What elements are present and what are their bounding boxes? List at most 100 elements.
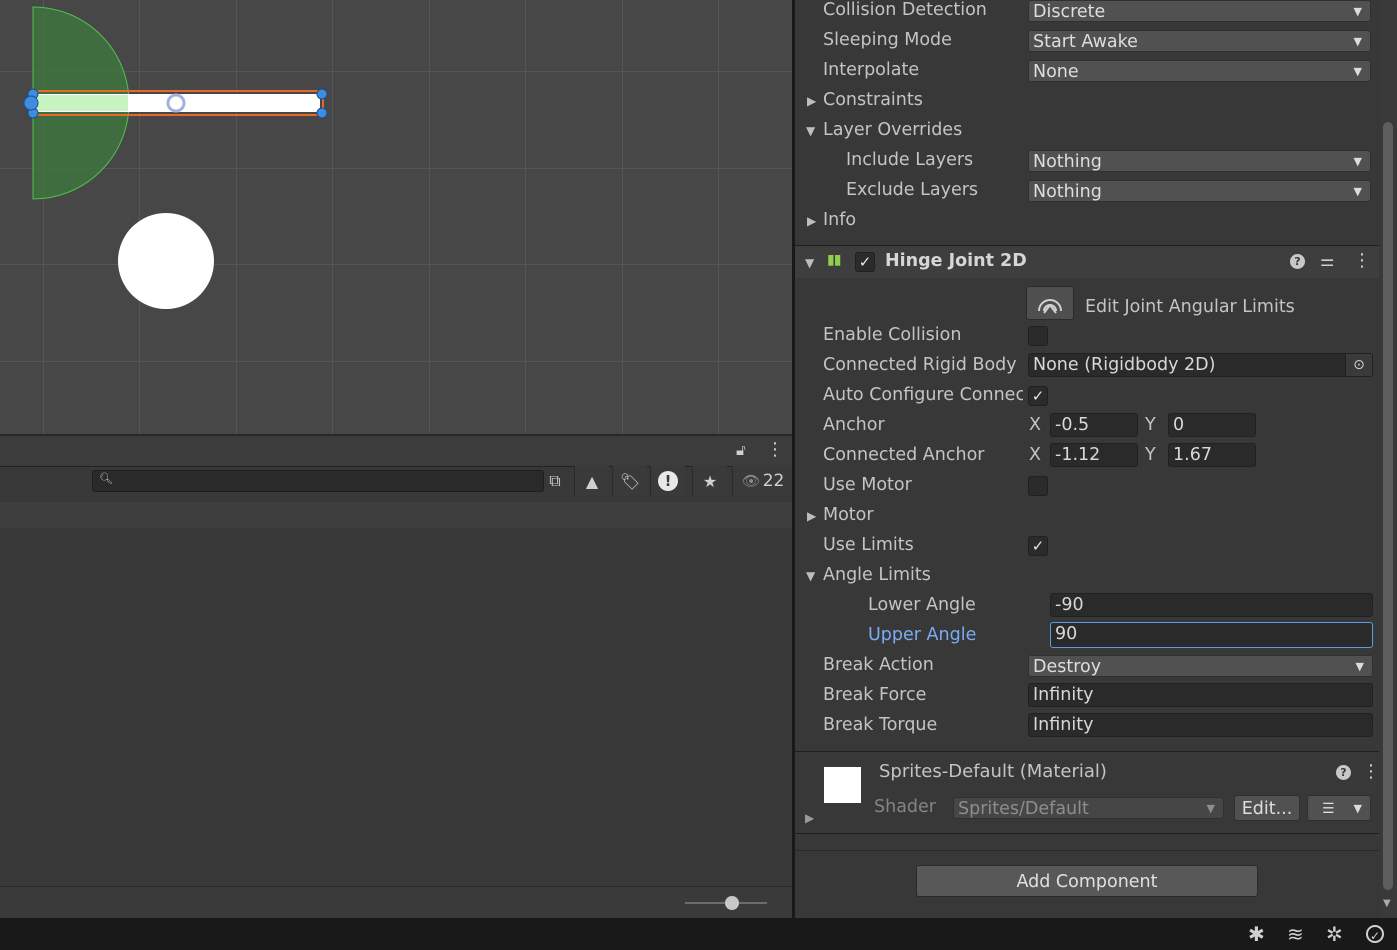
connected-rigidbody-field[interactable]: None (Rigidbody 2D) ⊙ — [1028, 353, 1373, 377]
angle-limits-foldout[interactable]: Angle Limits — [823, 565, 931, 585]
component-separator — [795, 833, 1379, 834]
object-picker-icon[interactable]: ⊙ — [1345, 354, 1372, 376]
upper-angle-label: Upper Angle — [868, 625, 977, 645]
chevron-down-icon: ▼ — [1355, 660, 1364, 673]
ball-sprite[interactable] — [118, 213, 214, 309]
break-torque-field[interactable]: Infinity — [1028, 713, 1373, 737]
search-icon: 🔍︎ — [99, 472, 113, 485]
debug-off-icon[interactable]: ✱ — [1248, 922, 1265, 946]
enable-collision-checkbox[interactable] — [1028, 326, 1048, 346]
preset-icon[interactable]: ⚌ — [1320, 251, 1334, 270]
help-icon[interactable]: ? — [1336, 765, 1351, 780]
shader-dropdown[interactable]: Sprites/Default ▼ — [953, 797, 1224, 819]
edit-angular-limits-button[interactable] — [1026, 286, 1074, 320]
help-icon[interactable]: ? — [1290, 254, 1305, 269]
search-input[interactable]: 🔍︎ — [92, 470, 544, 492]
type-filter-icon[interactable]: ▲ — [574, 466, 609, 496]
constraints-foldout[interactable]: Constraints — [823, 90, 923, 110]
foldout-collapsed-icon[interactable]: ▶ — [807, 509, 816, 523]
enable-collision-label: Enable Collision — [823, 325, 962, 345]
project-footer — [0, 886, 792, 919]
cache-server-icon[interactable]: ≋ — [1287, 922, 1304, 946]
auto-configure-checkbox[interactable]: ✓ — [1028, 386, 1048, 406]
break-action-dropdown[interactable]: Destroy ▼ — [1028, 655, 1373, 677]
anchor-handle[interactable] — [23, 95, 39, 111]
include-layers-dropdown[interactable]: Nothing ▼ — [1028, 150, 1371, 172]
corner-handle[interactable] — [316, 88, 328, 100]
component-separator — [795, 850, 1379, 851]
interpolate-dropdown[interactable]: None ▼ — [1028, 60, 1371, 82]
break-force-field[interactable]: Infinity — [1028, 683, 1373, 707]
lower-angle-label: Lower Angle — [868, 595, 976, 615]
hidden-count-toggle[interactable]: 👁︎ 22 — [732, 466, 793, 496]
scroll-down-icon[interactable]: ▼ — [1383, 898, 1391, 909]
upper-angle-field[interactable]: 90 — [1050, 622, 1373, 648]
kebab-menu-icon[interactable]: ⋮ — [766, 441, 784, 459]
auto-generate-lighting-icon[interactable]: ✲ — [1326, 922, 1343, 946]
material-preview[interactable] — [824, 767, 861, 803]
corner-handle[interactable] — [316, 107, 328, 119]
hinge-joint-enabled-checkbox[interactable]: ✓ — [855, 252, 875, 272]
foldout-collapsed-icon[interactable]: ▶ — [805, 811, 814, 825]
scene-view[interactable] — [0, 0, 792, 434]
shader-edit-button[interactable]: Edit... — [1234, 795, 1300, 821]
info-foldout[interactable]: Info — [823, 210, 856, 230]
exclude-layers-dropdown[interactable]: Nothing ▼ — [1028, 180, 1371, 202]
edit-angular-limits-label: Edit Joint Angular Limits — [1085, 297, 1295, 317]
chevron-down-icon: ▼ — [1353, 35, 1362, 48]
eye-icon: 👁︎ — [741, 472, 761, 490]
checkmark-icon[interactable]: ✓ — [1366, 925, 1384, 943]
interpolate-label: Interpolate — [823, 60, 920, 80]
connected-rigidbody-value: None (Rigidbody 2D) — [1033, 355, 1216, 375]
include-layers-value: Nothing — [1033, 152, 1102, 172]
error-icon[interactable]: ! — [650, 466, 685, 496]
chevron-down-icon: ▼ — [1353, 5, 1362, 18]
lower-angle-field[interactable]: -90 — [1050, 593, 1373, 617]
anchor-y-field[interactable]: 0 — [1168, 413, 1256, 437]
kebab-menu-icon[interactable]: ⋮ — [1362, 761, 1380, 782]
scene-gizmos — [23, 6, 328, 309]
lock-icon[interactable]: 🔓︎ — [736, 441, 754, 459]
chevron-down-icon: ▼ — [1353, 155, 1362, 168]
shader-options-button[interactable]: ☰ ▼ — [1307, 795, 1371, 821]
break-action-value: Destroy — [1033, 657, 1102, 677]
add-component-button[interactable]: Add Component — [916, 865, 1258, 897]
motor-foldout[interactable]: Motor — [823, 505, 874, 525]
material-title: Sprites-Default (Material) — [879, 761, 1107, 782]
foldout-expanded-icon[interactable]: ▼ — [806, 124, 815, 138]
connected-anchor-y-label[interactable]: Y — [1145, 445, 1156, 465]
connected-anchor-x-label[interactable]: X — [1029, 445, 1041, 465]
external-link-icon[interactable]: ⧉ — [538, 466, 572, 496]
status-bar: ✱ ≋ ✲ ✓ — [0, 918, 1397, 950]
joint-overlap — [36, 95, 128, 111]
connected-anchor-y-field[interactable]: 1.67 — [1168, 443, 1256, 467]
connected-anchor-x-field[interactable]: -1.12 — [1050, 443, 1138, 467]
connected-rigidbody-label: Connected Rigid Body — [823, 355, 1017, 375]
auto-configure-label: Auto Configure Connec — [823, 385, 1023, 405]
layer-overrides-foldout[interactable]: Layer Overrides — [823, 120, 962, 140]
anchor-x-field[interactable]: -0.5 — [1050, 413, 1138, 437]
exclude-layers-label: Exclude Layers — [846, 180, 979, 200]
break-action-label: Break Action — [823, 655, 934, 675]
foldout-collapsed-icon[interactable]: ▶ — [807, 214, 816, 228]
collision-detection-dropdown[interactable]: Discrete ▼ — [1028, 0, 1371, 22]
sleeping-mode-label: Sleeping Mode — [823, 30, 952, 50]
use-limits-checkbox[interactable]: ✓ — [1028, 536, 1048, 556]
kebab-menu-icon[interactable]: ⋮ — [1353, 250, 1371, 271]
sleeping-mode-dropdown[interactable]: Start Awake ▼ — [1028, 30, 1371, 52]
hinge-joint-icon: ▮▮ — [827, 252, 841, 268]
foldout-collapsed-icon[interactable]: ▶ — [807, 94, 816, 108]
favorite-icon[interactable]: ★ — [692, 466, 727, 496]
label-filter-icon[interactable]: 🏷︎ — [612, 466, 647, 496]
foldout-expanded-icon[interactable]: ▼ — [805, 256, 814, 270]
zoom-slider-thumb[interactable] — [725, 896, 739, 910]
anchor-x-label[interactable]: X — [1029, 415, 1041, 435]
use-motor-label: Use Motor — [823, 475, 912, 495]
use-motor-checkbox[interactable] — [1028, 476, 1048, 496]
scrollbar-thumb[interactable] — [1383, 122, 1393, 890]
collision-detection-value: Discrete — [1033, 2, 1106, 22]
anchor-y-label[interactable]: Y — [1145, 415, 1156, 435]
use-limits-label: Use Limits — [823, 535, 914, 555]
chevron-down-icon: ▼ — [1353, 65, 1362, 78]
foldout-expanded-icon[interactable]: ▼ — [806, 569, 815, 583]
